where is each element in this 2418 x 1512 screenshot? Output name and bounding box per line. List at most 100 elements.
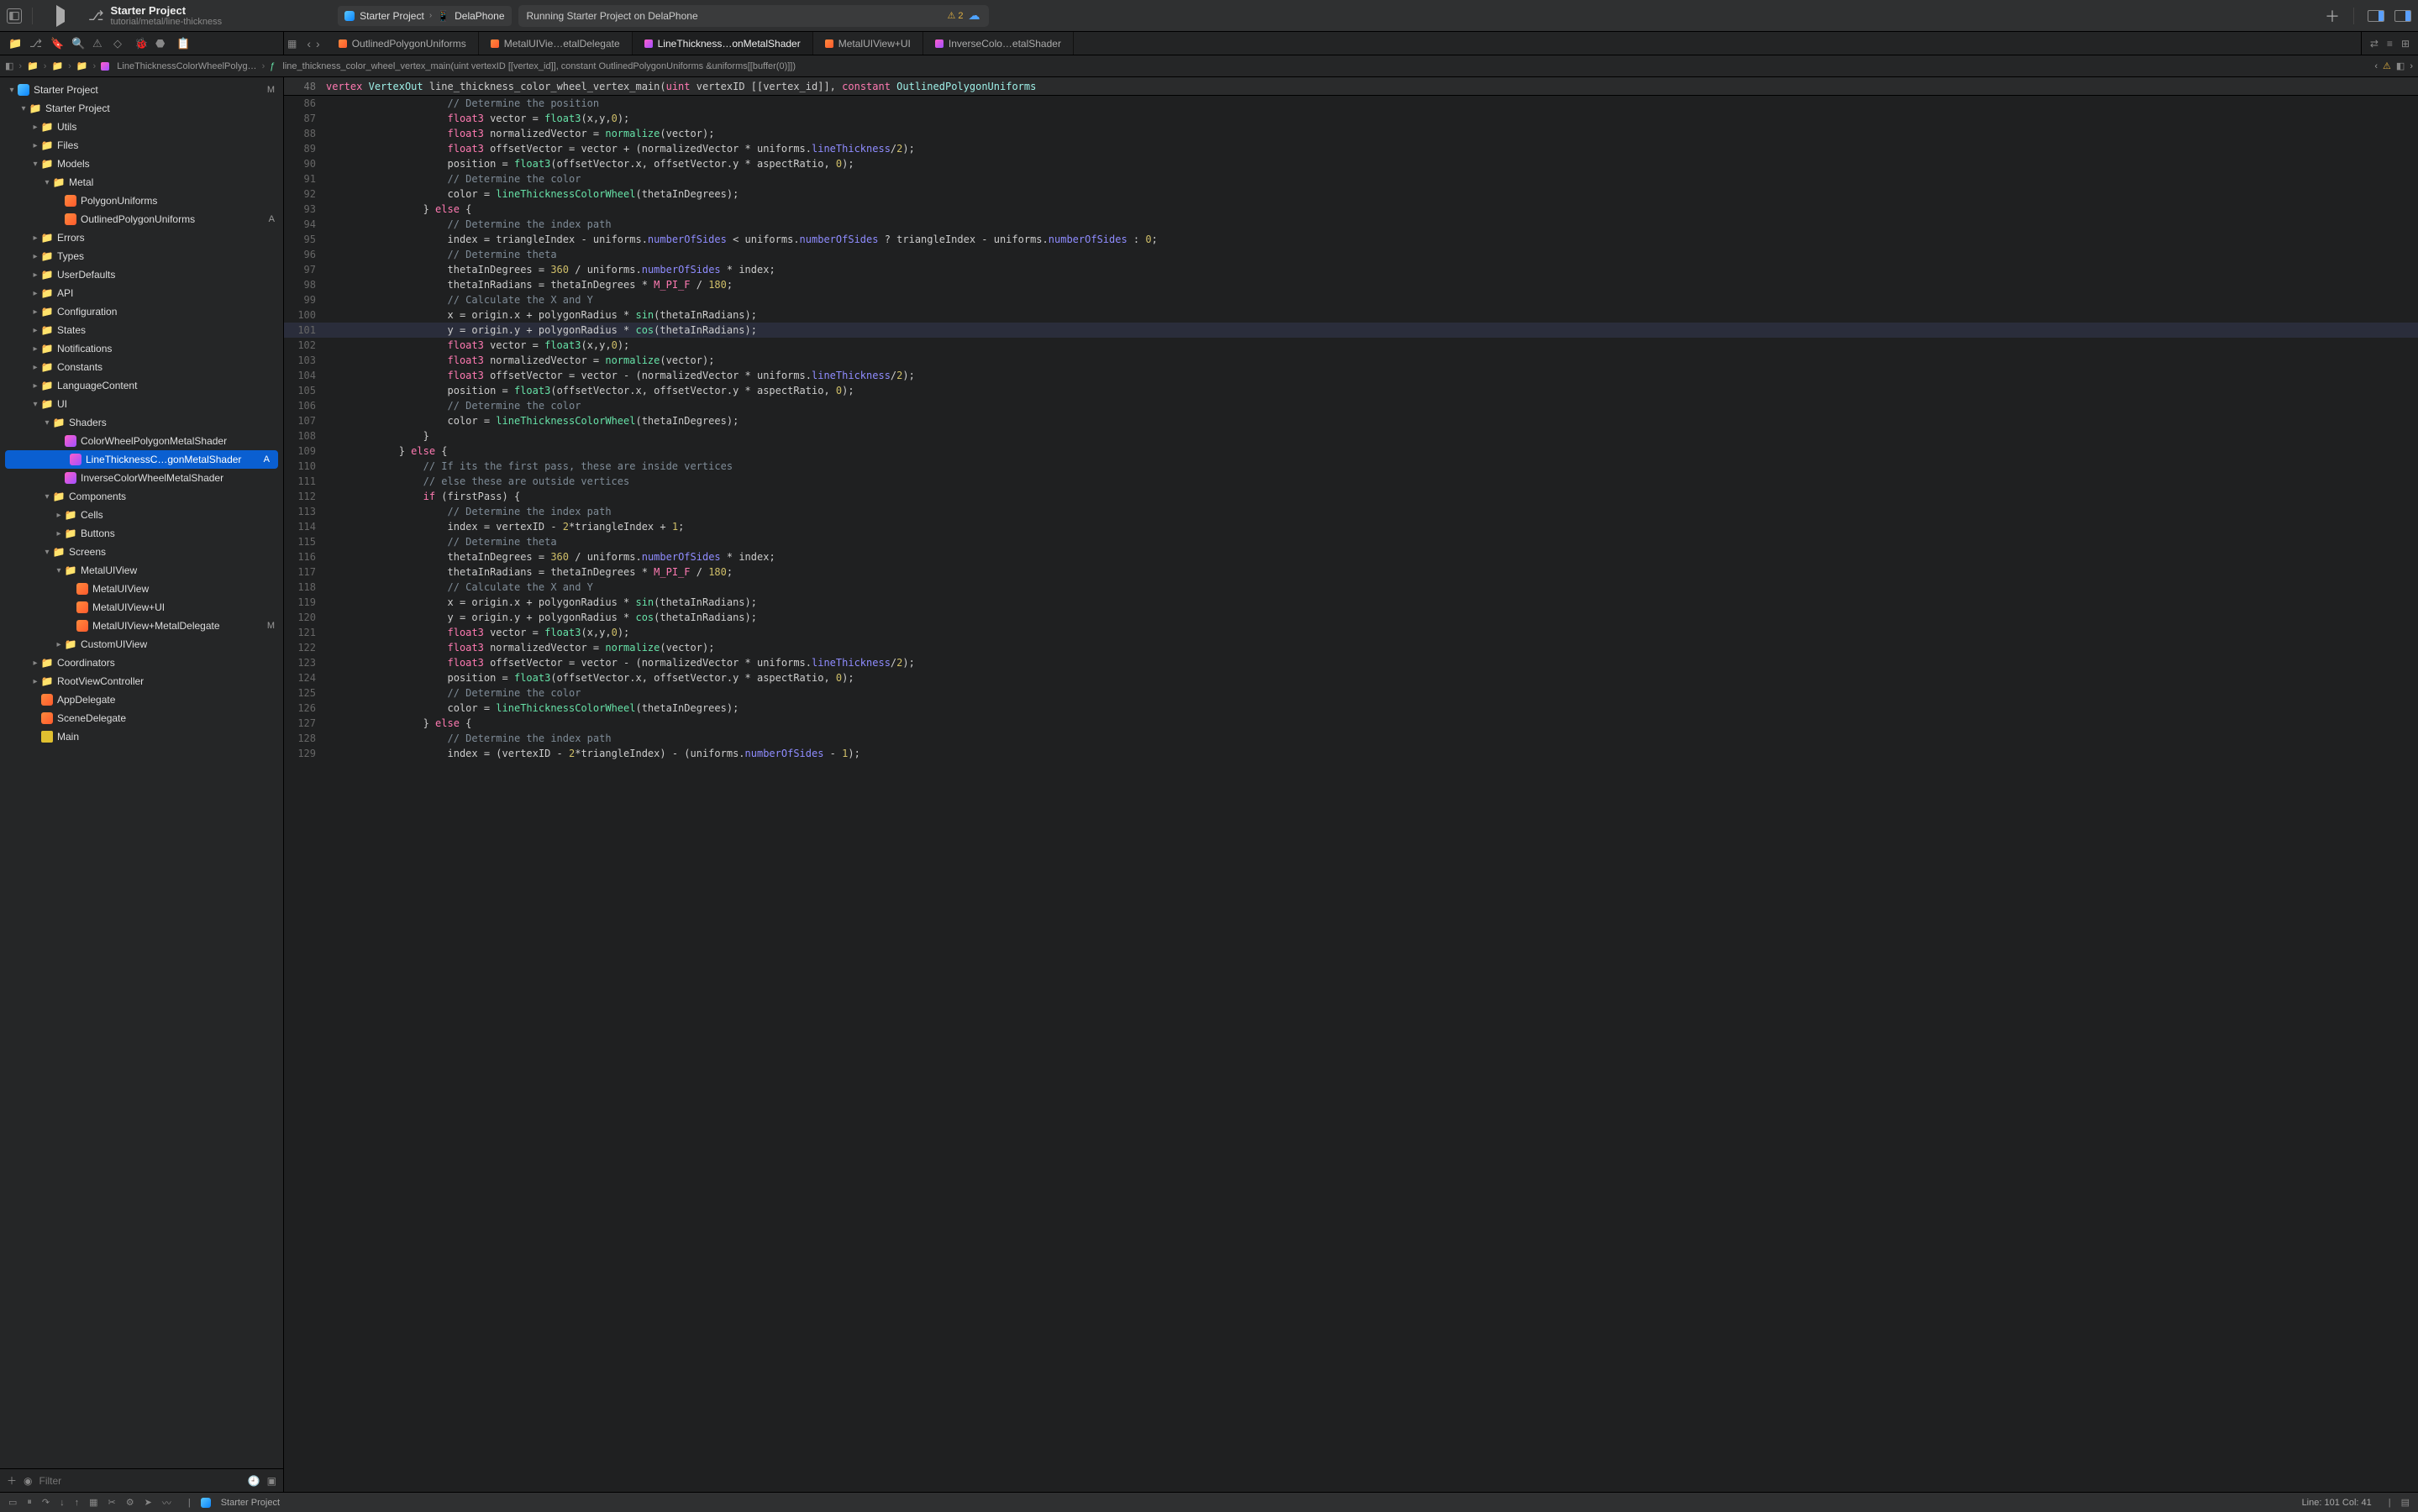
tree-row[interactable]: Main [0,727,283,746]
disclosure-icon[interactable]: ▾ [7,86,17,95]
code-line[interactable]: 94 // Determine the index path [284,217,2418,232]
folder-nav-icon[interactable]: 📁 [8,37,21,50]
tree-row[interactable]: OutlinedPolygonUniformsA [0,210,283,228]
right-panel-toggle-icon[interactable] [2394,10,2411,22]
code-line[interactable]: 123 float3 offsetVector = vector - (norm… [284,655,2418,670]
code-line[interactable]: 126 color = lineThicknessColorWheel(thet… [284,701,2418,716]
tab-1[interactable]: MetalUIVie…etalDelegate [479,32,633,55]
scm-filter-icon[interactable]: ▣ [267,1475,276,1487]
tree-row[interactable]: ▾📁MetalUIView [0,561,283,580]
code-line[interactable]: 87 float3 vector = float3(x,y,0); [284,111,2418,126]
branch-icon[interactable]: ⎇ [88,8,103,24]
breadcrumb-folder-icon[interactable]: 📁 [76,60,88,71]
bookmark-nav-icon[interactable]: 🔖 [50,37,63,50]
disclosure-icon[interactable]: ▸ [30,123,40,132]
disclosure-icon[interactable]: ▾ [18,104,29,113]
disclosure-icon[interactable]: ▸ [30,677,40,686]
code-line[interactable]: 98 thetaInRadians = thetaInDegrees * M_P… [284,277,2418,292]
tree-row[interactable]: ▸📁Coordinators [0,654,283,672]
code-line[interactable]: 119 x = origin.x + polygonRadius * sin(t… [284,595,2418,610]
disclosure-icon[interactable]: ▸ [30,270,40,280]
tree-row[interactable]: ▾📁Shaders [0,413,283,432]
tree-row[interactable]: ▸📁RootViewController [0,672,283,690]
tree-row[interactable]: ▾📁Starter Project [0,99,283,118]
code-line[interactable]: 105 position = float3(offsetVector.x, of… [284,383,2418,398]
tree-row[interactable]: ▸📁Errors [0,228,283,247]
code-line[interactable]: 102 float3 vector = float3(x,y,0); [284,338,2418,353]
disclosure-icon[interactable]: ▸ [54,640,64,649]
tree-row[interactable]: ▸📁API [0,284,283,302]
code-line[interactable]: 103 float3 normalizedVector = normalize(… [284,353,2418,368]
tree-row[interactable]: ▸📁Notifications [0,339,283,358]
tree-row[interactable]: MetalUIView+MetalDelegateM [0,617,283,635]
issue-nav-icon[interactable]: ⚠ [92,37,105,50]
disclosure-icon[interactable]: ▾ [42,178,52,187]
code-line[interactable]: 95 index = triangleIndex - uniforms.numb… [284,232,2418,247]
code-line[interactable]: 108 } [284,428,2418,444]
scm-nav-icon[interactable]: ⎇ [29,37,42,50]
code-line[interactable]: 117 thetaInRadians = thetaInDegrees * M_… [284,564,2418,580]
step-over-icon[interactable]: ↷ [42,1497,50,1508]
code-line[interactable]: 127 } else { [284,716,2418,731]
disclosure-icon[interactable]: ▸ [30,289,40,298]
tree-row[interactable]: SceneDelegate [0,709,283,727]
tree-row[interactable]: ▾📁Metal [0,173,283,192]
disclosure-icon[interactable]: ▾ [54,566,64,575]
code-line[interactable]: 129 index = (vertexID - 2*triangleIndex)… [284,746,2418,761]
code-line[interactable]: 86 // Determine the position [284,96,2418,111]
code-line[interactable]: 91 // Determine the color [284,171,2418,186]
code-line[interactable]: 96 // Determine theta [284,247,2418,262]
pause-icon[interactable]: ⏸ [27,1497,32,1508]
tree-row[interactable]: ▸📁Files [0,136,283,155]
disclosure-icon[interactable]: ▾ [42,418,52,428]
related-items-icon[interactable]: ⇄ [2370,38,2379,50]
disclosure-icon[interactable]: ▸ [30,381,40,391]
disclosure-icon[interactable]: ▸ [30,659,40,668]
disclosure-icon[interactable]: ▸ [30,363,40,372]
disclosure-icon[interactable]: ▸ [30,307,40,317]
adjust-editor-icon[interactable]: ≡ [2387,38,2393,50]
disclosure-icon[interactable]: ▸ [54,529,64,538]
code-line[interactable]: 120 y = origin.y + polygonRadius * cos(t… [284,610,2418,625]
recent-filter-icon[interactable]: 🕘 [248,1475,260,1487]
code-line[interactable]: 118 // Calculate the X and Y [284,580,2418,595]
tree-row[interactable]: MetalUIView [0,580,283,598]
code-editor[interactable]: 86 // Determine the position87 float3 ve… [284,96,2418,1492]
tab-3[interactable]: MetalUIView+UI [813,32,923,55]
minimap-toggle-icon[interactable]: ▤ [2401,1497,2410,1508]
debug-nav-icon[interactable]: 🐞 [134,37,147,50]
code-line[interactable]: 128 // Determine the index path [284,731,2418,746]
disclosure-icon[interactable]: ▸ [30,252,40,261]
environment-icon[interactable]: ⚙ [126,1497,134,1508]
code-line[interactable]: 122 float3 normalizedVector = normalize(… [284,640,2418,655]
code-line[interactable]: 110 // If its the first pass, these are … [284,459,2418,474]
breadcrumb-symbol[interactable]: line_thickness_color_wheel_vertex_main(u… [282,61,796,71]
warning-icon[interactable]: ⚠ [2383,60,2391,71]
tree-row[interactable]: ColorWheelPolygonMetalShader [0,432,283,450]
disclosure-icon[interactable]: ▸ [54,511,64,520]
breakpoint-nav-icon[interactable]: ⬣ [155,37,168,50]
tree-row[interactable]: ▸📁Utils [0,118,283,136]
cloud-icon[interactable]: ☁ [969,8,980,23]
simulate-icon[interactable]: 〰 [162,1496,171,1509]
code-line[interactable]: 89 float3 offsetVector = vector + (norma… [284,141,2418,156]
code-line[interactable]: 90 position = float3(offsetVector.x, off… [284,156,2418,171]
toggle-debug-area-icon[interactable]: ▭ [8,1497,17,1508]
tree-row[interactable]: ▸📁Constants [0,358,283,376]
disclosure-icon[interactable]: ▸ [30,344,40,354]
nav-forward-button[interactable]: › [314,37,322,50]
process-name[interactable]: Starter Project [221,1498,280,1508]
disclosure-icon[interactable]: ▸ [30,141,40,150]
code-line[interactable]: 93 } else { [284,202,2418,217]
location-icon[interactable]: ➤ [145,1497,152,1508]
library-icon[interactable] [2368,10,2384,22]
tree-row[interactable]: ▸📁Buttons [0,524,283,543]
breadcrumb-folder-icon[interactable]: 📁 [51,60,63,71]
disclosure-icon[interactable]: ▸ [30,326,40,335]
tree-row[interactable]: AppDelegate [0,690,283,709]
code-line[interactable]: 124 position = float3(offsetVector.x, of… [284,670,2418,685]
issue-nav-icon[interactable]: ◧ [2396,60,2405,71]
filter-scope-icon[interactable]: ◉ [24,1475,32,1487]
tree-row[interactable]: ▸📁Types [0,247,283,265]
step-out-icon[interactable]: ↑ [75,1498,80,1508]
